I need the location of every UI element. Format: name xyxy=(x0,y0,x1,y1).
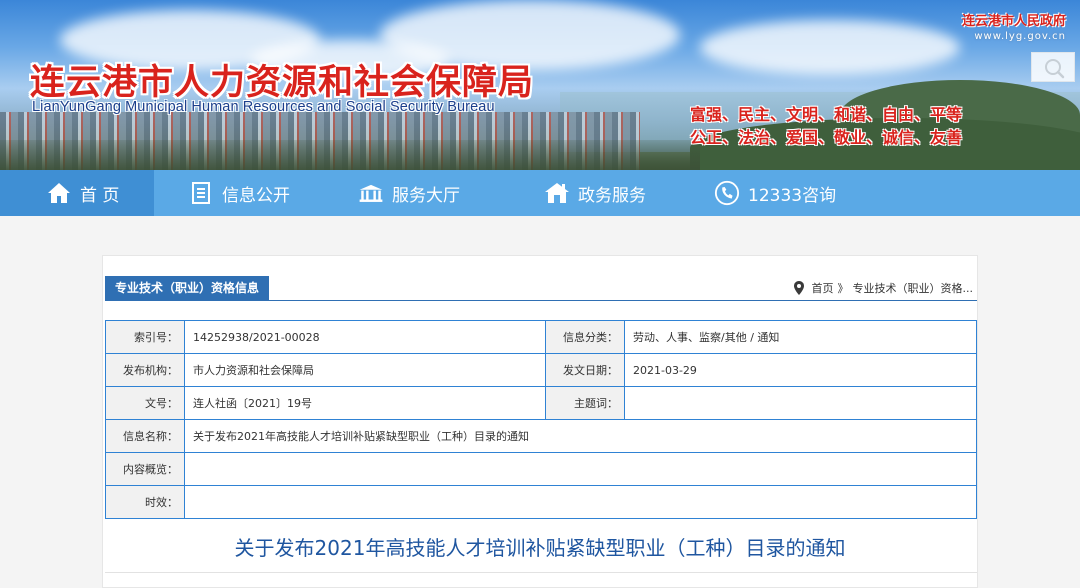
nav-label-gov-services: 政务服务 xyxy=(578,185,646,206)
site-subtitle: LianYunGang Municipal Human Resources an… xyxy=(32,99,495,115)
nav-item-home[interactable]: 首 页 xyxy=(0,170,154,216)
document-metadata-table: 索引号： 14252938/2021-00028 信息分类： 劳动、人事、监察/… xyxy=(105,320,977,519)
phone-icon xyxy=(714,180,740,206)
location-pin-icon xyxy=(793,281,804,295)
section-tab[interactable]: 专业技术（职业）资格信息 xyxy=(105,276,270,301)
publisher-value: 市人力资源和社会保障局 xyxy=(184,353,546,387)
search-icon xyxy=(1045,59,1065,79)
nav-label-info-disclosure: 信息公开 xyxy=(222,185,290,206)
keywords-label: 主题词： xyxy=(545,386,625,420)
banner-shore xyxy=(0,140,700,170)
table-row: 文号： 连人社函〔2021〕19号 主题词： xyxy=(105,386,977,420)
breadcrumb-current[interactable]: 专业技术（职业）资格... xyxy=(853,280,974,296)
gov-url: www.lyg.gov.cn xyxy=(974,31,1066,42)
index-no-value: 14252938/2021-00028 xyxy=(184,320,546,354)
house-icon xyxy=(544,180,570,206)
nav-item-service-hall[interactable]: 服务大厅 xyxy=(324,170,506,216)
validity-value xyxy=(184,485,977,519)
main-nav: 首 页 信息公开 服务大厅 政务服务 12333咨询 xyxy=(0,170,1080,216)
date-value: 2021-03-29 xyxy=(624,353,977,387)
article-title: 关于发布2021年高技能人才培训补贴紧缺型职业（工种）目录的通知 xyxy=(234,536,846,560)
gov-link[interactable]: 连云港市人民政府 www.lyg.gov.cn xyxy=(958,10,1066,42)
nav-item-12333-hotline[interactable]: 12333咨询 xyxy=(672,170,872,216)
slogan-line-1: 富强、民主、文明、和谐、自由、平等 xyxy=(690,105,963,124)
table-row: 索引号： 14252938/2021-00028 信息分类： 劳动、人事、监察/… xyxy=(105,320,977,354)
doc-no-value: 连人社函〔2021〕19号 xyxy=(184,386,546,420)
validity-label: 时效： xyxy=(105,485,185,519)
building-icon xyxy=(358,180,384,206)
section-divider xyxy=(105,300,977,301)
nav-label-service-hall: 服务大厅 xyxy=(392,185,460,206)
breadcrumb-separator: 》 xyxy=(837,282,849,295)
content-panel: 专业技术（职业）资格信息 首页 》 专业技术（职业）资格... 索引号： 142… xyxy=(102,255,978,588)
slogan-line-2: 公正、法治、爱国、敬业、诚信、友善 xyxy=(690,128,963,147)
nav-item-gov-services[interactable]: 政务服务 xyxy=(506,170,672,216)
info-name-value: 关于发布2021年高技能人才培训补贴紧缺型职业（工种）目录的通知 xyxy=(184,419,977,453)
core-values-slogans: 富强、民主、文明、和谐、自由、平等 公正、法治、爱国、敬业、诚信、友善 xyxy=(690,103,962,149)
gov-name: 连云港市人民政府 xyxy=(961,14,1066,29)
header-banner: 连云港市人力资源和社会保障局 LianYunGang Municipal Hum… xyxy=(0,0,1080,170)
info-name-label: 信息名称： xyxy=(105,419,185,453)
table-row: 信息名称： 关于发布2021年高技能人才培训补贴紧缺型职业（工种）目录的通知 xyxy=(105,419,977,453)
nav-item-info-disclosure[interactable]: 信息公开 xyxy=(154,170,324,216)
doc-no-label: 文号： xyxy=(105,386,185,420)
search-button[interactable] xyxy=(1031,52,1075,82)
home-icon xyxy=(46,180,72,206)
index-no-label: 索引号： xyxy=(105,320,185,354)
category-label: 信息分类： xyxy=(545,320,625,354)
summary-value xyxy=(184,452,977,486)
document-icon xyxy=(188,180,214,206)
nav-label-12333-hotline: 12333咨询 xyxy=(748,185,837,206)
publisher-label: 发布机构： xyxy=(105,353,185,387)
article-divider xyxy=(105,572,977,573)
date-label: 发文日期： xyxy=(545,353,625,387)
category-value: 劳动、人事、监察/其他 / 通知 xyxy=(624,320,977,354)
table-row: 时效： xyxy=(105,485,977,519)
banner-cloud xyxy=(700,20,960,75)
breadcrumb-home-link[interactable]: 首页 xyxy=(812,280,834,296)
table-row: 发布机构： 市人力资源和社会保障局 发文日期： 2021-03-29 xyxy=(105,353,977,387)
table-row: 内容概览： xyxy=(105,452,977,486)
keywords-value xyxy=(624,386,977,420)
nav-label-home: 首 页 xyxy=(80,185,120,206)
site-title[interactable]: 连云港市人力资源和社会保障局 xyxy=(30,54,534,105)
summary-label: 内容概览： xyxy=(105,452,185,486)
breadcrumb: 首页 》 专业技术（职业）资格... xyxy=(793,280,974,296)
